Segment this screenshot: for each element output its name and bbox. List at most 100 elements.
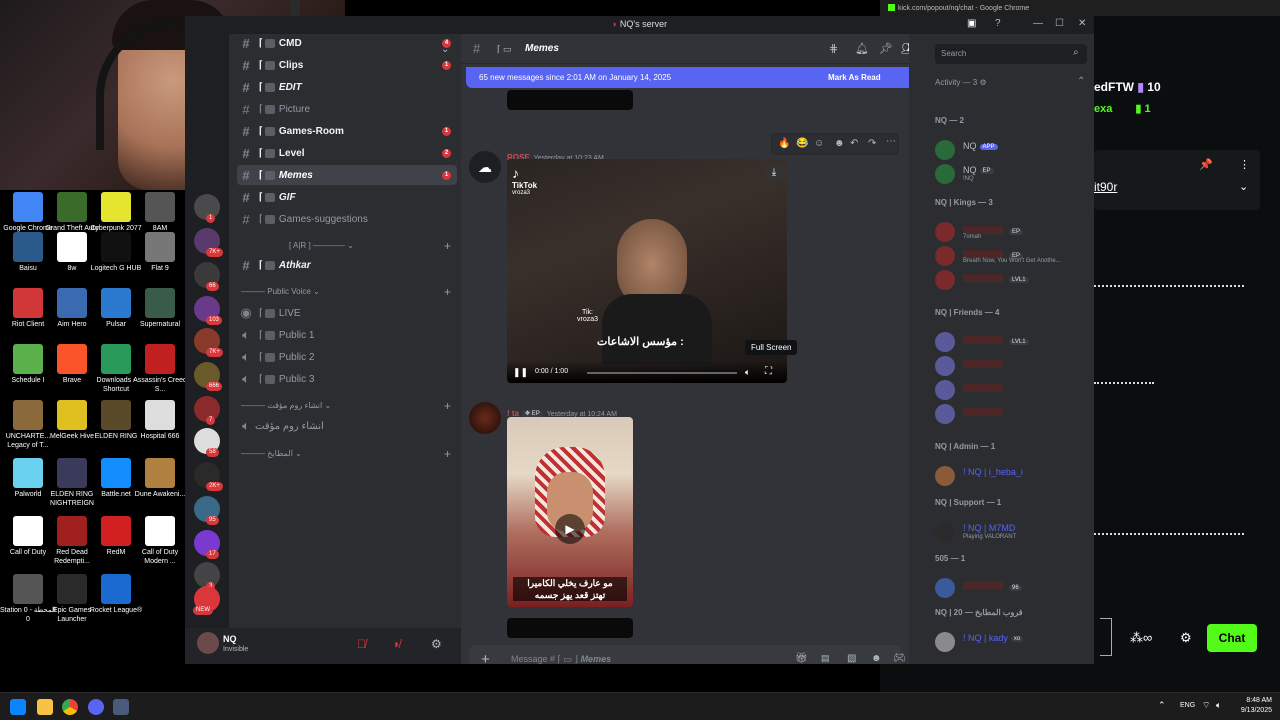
channel-item[interactable]: # ⌈ Picture [237,99,457,119]
add-channel-icon[interactable]: + [444,239,451,253]
member-item[interactable]: LVL1 [935,330,1091,354]
message-composer[interactable]: + Message # ⌈ ▭ ⌋ Memes 🎁︎ ▤ ▧ ☻ 🎮︎ [469,645,906,664]
desktop-shortcut[interactable]: Call of Duty Modern ... [132,516,188,566]
kick-chat-button[interactable]: Chat [1207,624,1257,652]
desktop-shortcut[interactable]: Flat 9 [132,232,188,273]
fullscreen-icon[interactable]: ⛶ [765,366,772,377]
activity-header[interactable]: Activity — 3 ⚙ [935,78,987,87]
member-item[interactable]: ! NQ | kady xo [935,630,1091,654]
help-icon[interactable]: ? [995,18,1001,29]
volume-icon[interactable]: 🔈︎ [745,367,750,378]
avatar[interactable] [469,402,501,434]
channel-item[interactable]: # ⌈ Memes 1 [237,165,457,185]
bell-icon[interactable]: 🔔︎ [855,42,869,55]
desktop-shortcut[interactable]: 8AM [132,192,188,233]
play-icon[interactable]: ▶ [555,514,585,544]
inbox-icon[interactable]: ▣ [967,18,976,29]
gif-icon[interactable]: ▤ [821,653,830,664]
volume-icon[interactable]: 🔈︎ [1216,700,1221,711]
gamepad-icon[interactable]: 🎮︎ [893,653,906,664]
next-attachment[interactable] [507,618,633,638]
user-name[interactable]: NQ [223,634,237,644]
members-icon[interactable]: 👥︎ [901,42,909,55]
maximize-icon[interactable]: ☐ [1055,18,1064,29]
search-input[interactable]: Search ⌕ [935,44,1087,64]
member-item[interactable]: LVL1 [935,268,1091,292]
channel-item[interactable]: # ⌈ Games-suggestions [237,209,457,229]
channel-category[interactable]: ――― انشاء روم مؤقت ⌄ [241,401,331,410]
member-item[interactable]: EP Breath Now, You Won't Get Anothe... [935,244,1091,268]
member-item[interactable]: 96 [935,576,1091,600]
chevron-down-icon[interactable]: ⌄ [1239,180,1248,193]
channel-item[interactable]: # ⌈ EDIT [237,77,457,97]
avatar[interactable]: ☁ [469,151,501,183]
pause-icon[interactable]: ❚❚ [513,367,528,378]
add-channel-icon[interactable]: + [444,399,451,413]
channel-item[interactable]: 🔈︎ ⌈ Public 3 [237,369,457,389]
new-messages-banner[interactable]: 65 new messages since 2:01 AM on January… [466,67,909,88]
member-item[interactable]: ! NQ | M7MD Playing VALORANT [935,520,1091,544]
infinity-icon[interactable]: ⁂∞ [1130,630,1152,646]
reaction-laugh-icon[interactable]: 😂 [796,138,808,149]
channel-item[interactable]: # ⌈ Games-Room 1 [237,121,457,141]
headphones-muted-icon[interactable]: ◗̸ [393,637,400,651]
kebab-menu-icon[interactable]: ⋮ [1239,158,1250,171]
channel-item[interactable]: # ⌈ Level 2 [237,143,457,163]
channel-item[interactable]: # ⌈ CMD 4 [237,34,457,53]
emoji-icon[interactable]: ☻ [871,653,882,664]
mark-as-read-button[interactable]: Mark As Read [828,73,881,82]
channel-item[interactable]: 🔈︎ انشاء روم مؤقت [237,416,457,436]
channel-item[interactable]: 🔈︎ ⌈ Public 1 [237,325,457,345]
composer-placeholder[interactable]: Message # ⌈ ▭ ⌋ Memes [511,654,611,664]
reaction-fire-icon[interactable]: 🔥 [778,138,790,149]
channel-item[interactable]: 🔈︎ ⌈ Public 2 [237,347,457,367]
kick-input-edge[interactable] [1100,618,1112,656]
wifi-icon[interactable]: ⌔ [1202,700,1210,711]
threads-icon[interactable]: ⋕ [829,42,838,55]
video-progress-track[interactable] [587,372,737,374]
gear-icon[interactable]: ⚙ [431,637,442,651]
start-icon[interactable] [10,699,26,715]
desktop-shortcut[interactable]: Assassin's Creed S... [132,344,188,394]
desktop-shortcut[interactable]: Hospital 666 [132,400,188,441]
video-attachment[interactable]: ▶ مو عارف يخلي الكاميرا تهتز قعد يهز جسمه [507,417,633,607]
previous-attachment[interactable] [507,90,633,110]
chevron-up-icon[interactable]: ⌃ [1158,700,1166,711]
add-attachment-icon[interactable]: + [481,651,490,664]
desktop-shortcut[interactable]: Rocket League® [88,574,144,615]
chrome-icon[interactable] [62,699,78,715]
desktop-shortcut[interactable]: Dune Awakeni... [132,458,188,499]
close-icon[interactable]: ✕ [1078,18,1086,29]
search-icon[interactable]: ⌕ [1073,47,1079,58]
channel-category[interactable]: [ A|R ] ―――― ⌄ [289,241,354,250]
chevron-up-icon[interactable]: ⌃ [1077,76,1085,87]
more-icon[interactable]: ⋯ [886,136,896,147]
pin-icon[interactable]: 📌 [1199,158,1213,171]
member-item[interactable]: NQ EP !NQ [935,162,1091,186]
desktop-shortcut[interactable]: Supernatural [132,288,188,329]
download-icon[interactable]: ⤓ [765,165,783,181]
kick-pinned-message[interactable]: it90r 📌 ⋮ ⌄ [1094,150,1260,210]
forward-icon[interactable]: ↷ [868,138,876,149]
channel-category[interactable]: ――― المطابخ ⌄ [241,449,302,458]
member-item[interactable] [935,402,1091,426]
member-item[interactable] [935,354,1091,378]
member-item[interactable] [935,378,1091,402]
discord-taskbar-icon[interactable] [88,699,104,715]
add-channel-icon[interactable]: + [444,285,451,299]
reply-icon[interactable]: ↶ [850,138,858,149]
member-item[interactable]: ! NQ | i_heba_i [935,464,1091,488]
avatar[interactable] [197,632,219,654]
pin-icon[interactable]: 📌︎ [879,42,893,55]
reaction-icon[interactable]: ☺ [814,138,824,149]
channel-category[interactable]: ――― Public Voice ⌄ [241,287,320,296]
sticker-icon[interactable]: ▧ [847,653,856,664]
channel-item[interactable]: # ⌈ Clips 1 [237,55,457,75]
member-item[interactable]: NQ APP [935,138,1091,162]
channel-item[interactable]: # ⌈ GIF [237,187,457,207]
mic-muted-icon[interactable]: 🎙̸ [357,637,366,651]
member-item[interactable]: EP 7omah [935,220,1091,244]
channel-item[interactable]: ◉ ⌈ LIVE [237,303,457,323]
gear-icon[interactable]: ⚙ [1180,630,1192,646]
gift-icon[interactable]: 🎁︎ [795,653,808,664]
